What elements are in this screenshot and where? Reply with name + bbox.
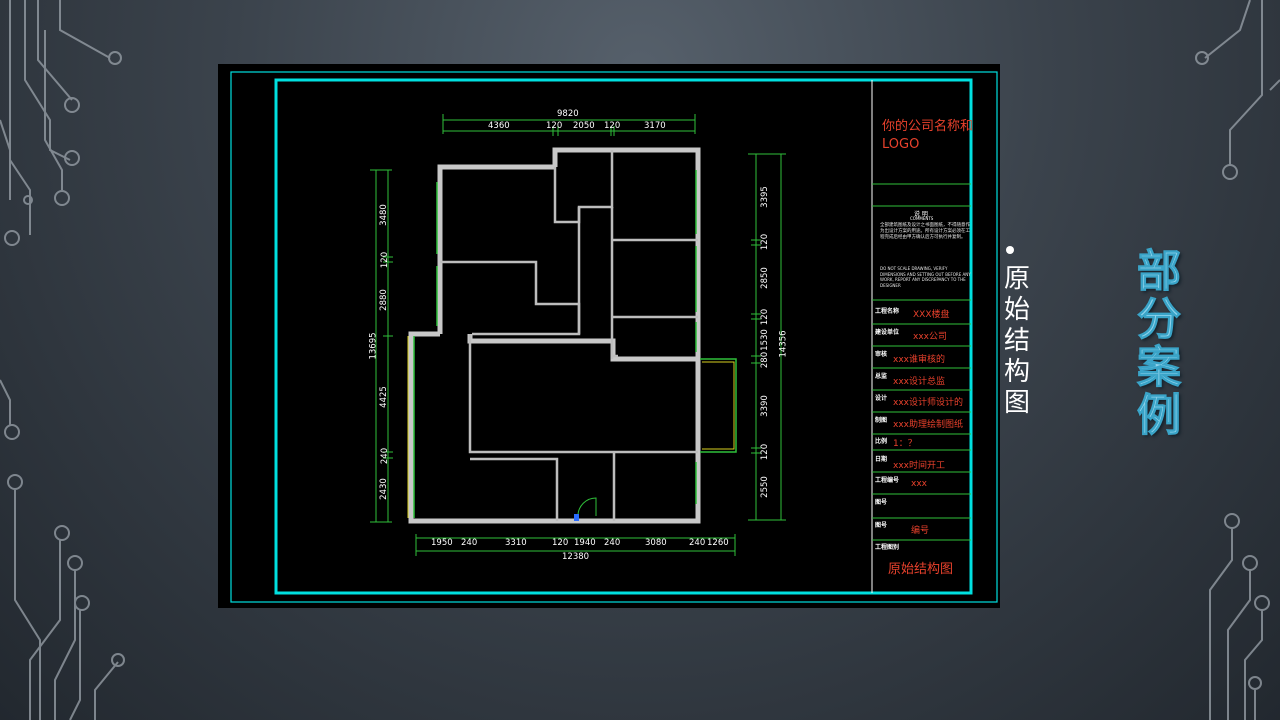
- company-name-logo: 你的公司名称和LOGO: [882, 119, 974, 152]
- dim-top-3: 2050: [573, 121, 595, 131]
- notes-en: do not scale drawing, verify dimensions …: [880, 266, 971, 288]
- tb-label-scale: 比例: [875, 438, 888, 445]
- drawing-title: 原始结构图: [888, 562, 954, 577]
- dim-top-total: 9820: [557, 109, 579, 119]
- notes-cn: 全部建筑图纸及设计之书面图纸，不得随意作为出设计方案的用途。所有设计方案必须在工…: [880, 223, 970, 240]
- tb-label-category: 工程图别: [875, 544, 900, 551]
- notes-subheading: COMMENTS: [910, 216, 934, 221]
- dim-top-2: 120: [546, 121, 563, 131]
- tb-value-review: xxx谁审核的: [893, 355, 945, 365]
- dim-top-5: 3170: [644, 121, 666, 131]
- dim-bottom-2: 240: [461, 538, 478, 548]
- dim-left-4: 4425: [378, 386, 389, 408]
- dim-bottom-9: 1260: [707, 538, 729, 548]
- tb-label-client: 建设单位: [875, 329, 900, 336]
- dim-right-total: 14356: [778, 330, 789, 358]
- dim-top-4: 120: [604, 121, 621, 131]
- tb-label-sheet: 图号: [875, 499, 888, 506]
- tb-value-date: xxx时间开工: [893, 461, 945, 471]
- slide-title: 部分案例: [1137, 246, 1182, 441]
- dim-right-7: 3390: [759, 395, 770, 417]
- dim-right-6: 280: [760, 351, 771, 369]
- slide-subtitle: 原始结构图: [1003, 264, 1030, 418]
- tb-value-design: xxx设计师设计的: [893, 398, 963, 408]
- tb-value-scale: 1：？: [893, 439, 917, 449]
- dim-top-1: 4360: [488, 121, 510, 131]
- dim-bottom-5: 1940: [574, 538, 596, 548]
- tb-label-number: 图号: [875, 522, 888, 529]
- tb-value-number: 编号: [911, 526, 930, 536]
- bullet-dot: [1006, 246, 1014, 254]
- dim-bottom-total: 12380: [562, 552, 590, 562]
- tb-value-director: xxx设计总监: [893, 377, 945, 387]
- dim-right-2: 120: [760, 233, 771, 251]
- dim-left-3: 2880: [378, 289, 389, 311]
- dim-right-8: 120: [760, 443, 771, 461]
- tb-label-drafting: 制图: [875, 417, 888, 424]
- dim-bottom-3: 3310: [505, 538, 527, 548]
- tb-label-project: 工程名称: [875, 308, 900, 315]
- dim-left-5: 240: [380, 447, 391, 465]
- dim-right-1: 3395: [759, 186, 770, 208]
- tb-label-project-no: 工程编号: [875, 477, 900, 484]
- dim-bottom-8: 240: [689, 538, 706, 548]
- dim-right-9: 2550: [759, 476, 770, 498]
- tb-label-director: 总监: [875, 373, 888, 380]
- tb-label-design: 设计: [875, 395, 888, 402]
- dim-right-5: 1530: [759, 329, 770, 351]
- tb-value-client: xxx公司: [913, 332, 947, 342]
- dim-bottom-6: 240: [604, 538, 621, 548]
- dim-bottom-4: 120: [552, 538, 569, 548]
- dim-bottom-1: 1950: [431, 538, 453, 548]
- floor-plan-drawing: 9820 4360 120 2050 120 3170 1950 240 331…: [218, 64, 1000, 608]
- dim-right-3: 2850: [759, 267, 770, 289]
- tb-label-review: 审核: [875, 351, 888, 358]
- dim-left-total: 13695: [368, 332, 379, 360]
- dim-left-1: 3480: [378, 204, 389, 226]
- tb-value-project: XXX楼盘: [913, 310, 950, 320]
- tb-value-drafting: xxx助理绘制图纸: [893, 420, 963, 430]
- tb-label-date: 日期: [875, 456, 888, 463]
- dim-left-6: 2430: [378, 478, 389, 500]
- dim-left-2: 120: [380, 251, 391, 269]
- tb-value-project-no: xxx: [911, 479, 927, 489]
- dim-right-4: 120: [760, 308, 771, 326]
- dim-bottom-7: 3080: [645, 538, 667, 548]
